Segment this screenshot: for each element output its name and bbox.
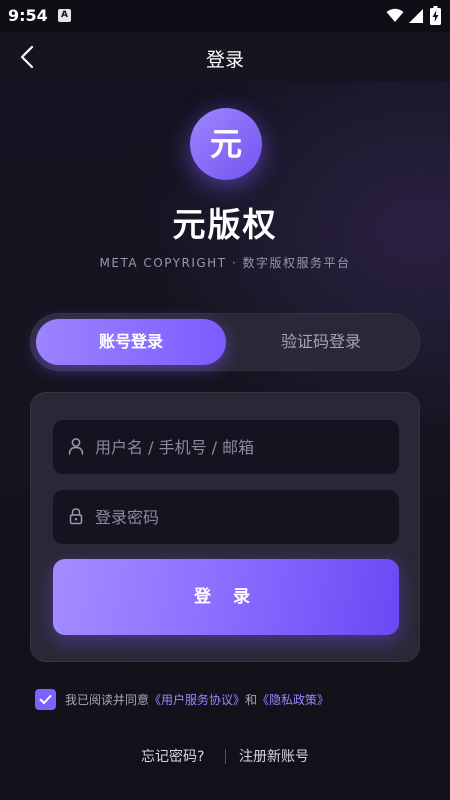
privacy-link[interactable]: 《隐私政策》 [257,693,329,707]
register-link[interactable]: 注册新账号 [239,746,309,766]
password-field [53,490,399,544]
login-mode-switch: 账号登录 验证码登录 [30,313,420,371]
login-form: 登 录 [30,392,420,662]
tab-code-login[interactable]: 验证码登录 [226,319,416,365]
app-logo: 元 [190,108,262,180]
status-time: 9:54 [8,6,48,25]
wifi-icon [386,8,404,22]
brand-name: 元版权 [172,205,278,244]
bottom-links: 忘记密码? 注册新账号 [0,746,450,766]
agreement-text: 我已阅读并同意《用户服务协议》和《隐私政策》 [65,691,329,708]
lock-icon [69,508,83,525]
tab-account-login[interactable]: 账号登录 [36,319,226,365]
status-bar: 9:54 A [0,0,450,32]
page-title: 登录 [205,49,244,71]
check-icon [39,695,52,704]
user-icon [68,438,84,455]
login-button[interactable]: 登 录 [53,559,399,635]
link-divider [225,749,226,764]
status-notification-icon: A [58,9,71,22]
battery-charging-icon [430,6,441,25]
username-field [53,420,399,474]
nav-bar: 登录 [0,32,450,82]
forgot-password-link[interactable]: 忘记密码? [141,746,204,766]
username-input[interactable] [95,420,385,474]
terms-link[interactable]: 《用户服务协议》 [149,693,245,707]
agreement-checkbox[interactable] [35,689,56,710]
agreement-row: 我已阅读并同意《用户服务协议》和《隐私政策》 [35,689,425,711]
password-input[interactable] [95,490,385,544]
brand-subtitle: META COPYRIGHT · 数字版权服务平台 [99,256,351,270]
agreement-conjunction: 和 [245,693,258,707]
agreement-prefix: 我已阅读并同意 [65,693,150,707]
signal-icon [409,9,423,23]
